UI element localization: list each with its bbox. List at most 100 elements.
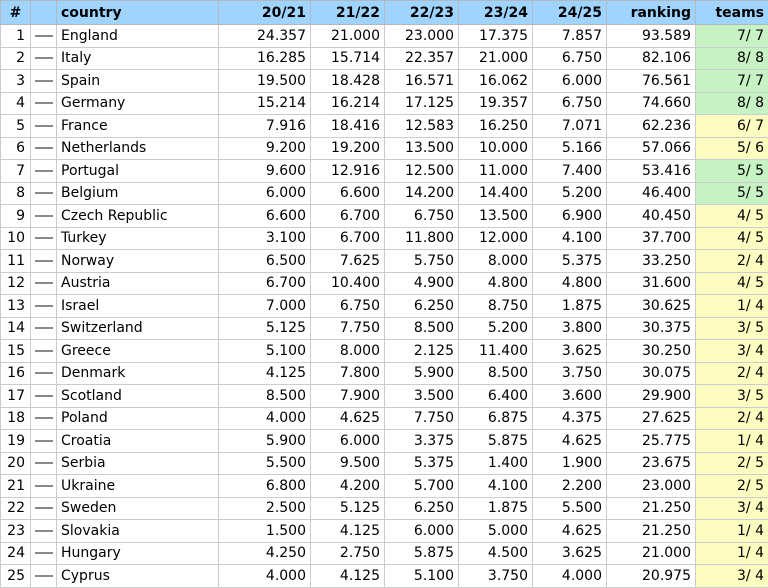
ranking-value: 93.589 bbox=[607, 25, 696, 48]
ranking-value: 76.561 bbox=[607, 70, 696, 93]
country-name: Hungary bbox=[57, 542, 219, 565]
table-row[interactable]: 10Turkey3.1006.70011.80012.0004.10037.70… bbox=[1, 227, 768, 250]
season-2-value: 15.714 bbox=[311, 47, 385, 70]
teams-value: 6/ 7 bbox=[696, 115, 768, 138]
ranking-value: 33.250 bbox=[607, 250, 696, 273]
season-3-value: 5.100 bbox=[385, 565, 459, 588]
row-index: 19 bbox=[1, 430, 31, 453]
header-season-4[interactable]: 23/24 bbox=[459, 1, 533, 25]
table-row[interactable]: 16Denmark4.1257.8005.9008.5003.75030.075… bbox=[1, 362, 768, 385]
trend-cell bbox=[31, 47, 57, 70]
table-row[interactable]: 22Sweden2.5005.1256.2501.8755.50021.2503… bbox=[1, 497, 768, 520]
dash-icon bbox=[35, 530, 53, 532]
season-1-value: 6.700 bbox=[219, 272, 311, 295]
season-1-value: 5.100 bbox=[219, 340, 311, 363]
ranking-value: 30.375 bbox=[607, 317, 696, 340]
table-row[interactable]: 24Hungary4.2502.7505.8754.5003.62521.000… bbox=[1, 542, 768, 565]
season-5-value: 5.200 bbox=[533, 182, 607, 205]
season-2-value: 4.125 bbox=[311, 520, 385, 543]
header-season-5[interactable]: 24/25 bbox=[533, 1, 607, 25]
season-3-value: 3.500 bbox=[385, 385, 459, 408]
table-row[interactable]: 4Germany15.21416.21417.12519.3576.75074.… bbox=[1, 92, 768, 115]
season-4-value: 14.400 bbox=[459, 182, 533, 205]
trend-cell bbox=[31, 452, 57, 475]
season-2-value: 18.428 bbox=[311, 70, 385, 93]
season-5-value: 7.400 bbox=[533, 160, 607, 183]
season-2-value: 10.400 bbox=[311, 272, 385, 295]
season-1-value: 4.125 bbox=[219, 362, 311, 385]
table-row[interactable]: 9Czech Republic6.6006.7006.75013.5006.90… bbox=[1, 205, 768, 228]
header-row: # country 20/21 21/22 22/23 23/24 24/25 … bbox=[1, 1, 768, 25]
trend-cell bbox=[31, 565, 57, 588]
teams-value: 1/ 4 bbox=[696, 520, 768, 543]
ranking-value: 57.066 bbox=[607, 137, 696, 160]
country-name: Slovakia bbox=[57, 520, 219, 543]
season-4-value: 16.062 bbox=[459, 70, 533, 93]
table-row[interactable]: 19Croatia5.9006.0003.3755.8754.62525.775… bbox=[1, 430, 768, 453]
header-teams[interactable]: teams bbox=[696, 1, 768, 25]
header-country[interactable]: country bbox=[57, 1, 219, 25]
table-row[interactable]: 17Scotland8.5007.9003.5006.4003.60029.90… bbox=[1, 385, 768, 408]
table-row[interactable]: 25Cyprus4.0004.1255.1003.7504.00020.9753… bbox=[1, 565, 768, 588]
table-row[interactable]: 21Ukraine6.8004.2005.7004.1002.20023.000… bbox=[1, 475, 768, 498]
season-1-value: 6.000 bbox=[219, 182, 311, 205]
row-index: 15 bbox=[1, 340, 31, 363]
table-row[interactable]: 23Slovakia1.5004.1256.0005.0004.62521.25… bbox=[1, 520, 768, 543]
season-3-value: 6.000 bbox=[385, 520, 459, 543]
table-row[interactable]: 20Serbia5.5009.5005.3751.4001.90023.6752… bbox=[1, 452, 768, 475]
dash-icon bbox=[35, 282, 53, 284]
dash-icon bbox=[35, 80, 53, 82]
table-body: 1England24.35721.00023.00017.3757.85793.… bbox=[1, 25, 768, 588]
season-5-value: 6.000 bbox=[533, 70, 607, 93]
header-ranking[interactable]: ranking bbox=[607, 1, 696, 25]
season-5-value: 5.500 bbox=[533, 497, 607, 520]
season-2-value: 7.900 bbox=[311, 385, 385, 408]
teams-value: 7/ 7 bbox=[696, 70, 768, 93]
dash-icon bbox=[35, 192, 53, 194]
table-row[interactable]: 2Italy16.28515.71422.35721.0006.75082.10… bbox=[1, 47, 768, 70]
season-1-value: 4.000 bbox=[219, 565, 311, 588]
season-1-value: 9.600 bbox=[219, 160, 311, 183]
table-row[interactable]: 15Greece5.1008.0002.12511.4003.62530.250… bbox=[1, 340, 768, 363]
season-1-value: 7.000 bbox=[219, 295, 311, 318]
ranking-value: 30.250 bbox=[607, 340, 696, 363]
header-season-1[interactable]: 20/21 bbox=[219, 1, 311, 25]
row-index: 10 bbox=[1, 227, 31, 250]
table-row[interactable]: 6Netherlands9.20019.20013.50010.0005.166… bbox=[1, 137, 768, 160]
season-5-value: 6.750 bbox=[533, 92, 607, 115]
table-row[interactable]: 14Switzerland5.1257.7508.5005.2003.80030… bbox=[1, 317, 768, 340]
table-row[interactable]: 13Israel7.0006.7506.2508.7501.87530.6251… bbox=[1, 295, 768, 318]
table-row[interactable]: 1England24.35721.00023.00017.3757.85793.… bbox=[1, 25, 768, 48]
ranking-value: 25.775 bbox=[607, 430, 696, 453]
ranking-value: 21.000 bbox=[607, 542, 696, 565]
country-name: Sweden bbox=[57, 497, 219, 520]
table-row[interactable]: 7Portugal9.60012.91612.50011.0007.40053.… bbox=[1, 160, 768, 183]
header-season-3[interactable]: 22/23 bbox=[385, 1, 459, 25]
season-3-value: 4.900 bbox=[385, 272, 459, 295]
season-5-value: 4.100 bbox=[533, 227, 607, 250]
dash-icon bbox=[35, 350, 53, 352]
ranking-value: 31.600 bbox=[607, 272, 696, 295]
table-row[interactable]: 3Spain19.50018.42816.57116.0626.00076.56… bbox=[1, 70, 768, 93]
trend-cell bbox=[31, 497, 57, 520]
table-row[interactable]: 18Poland4.0004.6257.7506.8754.37527.6252… bbox=[1, 407, 768, 430]
ranking-value: 62.236 bbox=[607, 115, 696, 138]
row-index: 4 bbox=[1, 92, 31, 115]
header-season-2[interactable]: 21/22 bbox=[311, 1, 385, 25]
row-index: 8 bbox=[1, 182, 31, 205]
header-index[interactable]: # bbox=[1, 1, 31, 25]
season-2-value: 4.125 bbox=[311, 565, 385, 588]
season-2-value: 21.000 bbox=[311, 25, 385, 48]
row-index: 3 bbox=[1, 70, 31, 93]
season-4-value: 4.800 bbox=[459, 272, 533, 295]
table-row[interactable]: 12Austria6.70010.4004.9004.8004.80031.60… bbox=[1, 272, 768, 295]
season-1-value: 6.500 bbox=[219, 250, 311, 273]
season-3-value: 16.571 bbox=[385, 70, 459, 93]
row-index: 1 bbox=[1, 25, 31, 48]
season-4-value: 5.000 bbox=[459, 520, 533, 543]
table-row[interactable]: 5France7.91618.41612.58316.2507.07162.23… bbox=[1, 115, 768, 138]
table-row[interactable]: 8Belgium6.0006.60014.20014.4005.20046.40… bbox=[1, 182, 768, 205]
trend-cell bbox=[31, 115, 57, 138]
ranking-table: # country 20/21 21/22 22/23 23/24 24/25 … bbox=[0, 0, 768, 588]
table-row[interactable]: 11Norway6.5007.6255.7508.0005.37533.2502… bbox=[1, 250, 768, 273]
